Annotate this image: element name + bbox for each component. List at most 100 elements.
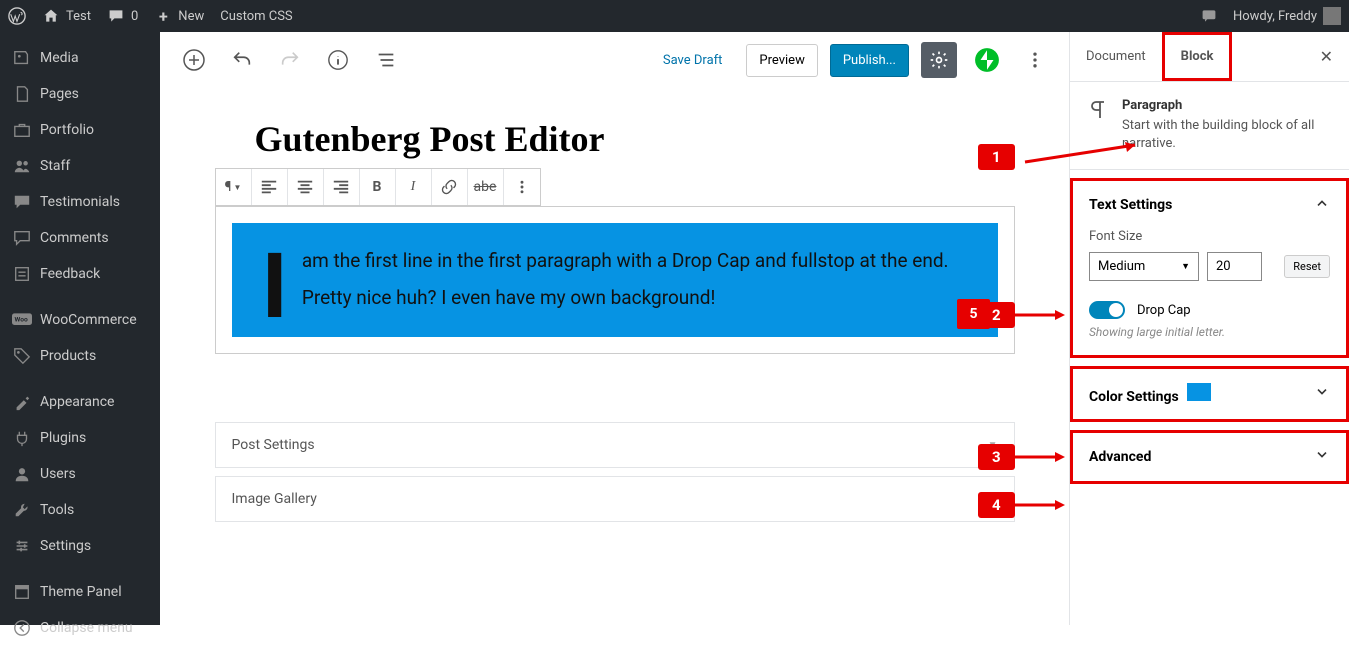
sidebar-item-testimonials[interactable]: Testimonials: [0, 184, 160, 220]
undo-button[interactable]: [224, 42, 260, 78]
drop-cap-letter: I: [262, 249, 288, 326]
sidebar-item-feedback[interactable]: Feedback: [0, 256, 160, 292]
sidebar-item-label: Collapse menu: [40, 620, 133, 636]
panel-text-settings-header[interactable]: Text Settings: [1073, 181, 1346, 229]
sidebar-item-comments[interactable]: Comments: [0, 220, 160, 256]
account-menu[interactable]: Howdy, Freddy: [1233, 7, 1341, 25]
list-icon: [375, 49, 397, 71]
sidebar-item-portfolio[interactable]: Portfolio: [0, 112, 160, 148]
sidebar-item-label: Tools: [40, 502, 74, 518]
site-name-label: Test: [66, 9, 91, 24]
add-block-button[interactable]: [176, 42, 212, 78]
sidebar-item-label: Settings: [40, 538, 91, 554]
custom-css[interactable]: Custom CSS: [220, 9, 292, 24]
drop-cap-toggle[interactable]: [1089, 301, 1125, 319]
tab-document[interactable]: Document: [1070, 35, 1162, 78]
plugins-icon: [12, 428, 32, 448]
publish-button[interactable]: Publish...: [830, 44, 909, 77]
info-icon: [327, 49, 349, 71]
accordion-label: Post Settings: [232, 437, 315, 453]
callout-4: 4: [978, 492, 1065, 518]
post-title[interactable]: Gutenberg Post Editor: [255, 118, 1015, 160]
portfolio-icon: [12, 120, 32, 140]
accordion-image-gallery[interactable]: Image Gallery▼: [215, 476, 1015, 522]
notification-icon-btn[interactable]: [1201, 8, 1217, 24]
preview-button[interactable]: Preview: [746, 44, 817, 77]
font-size-label: Font Size: [1089, 229, 1330, 244]
sidebar-item-appearance[interactable]: Appearance: [0, 384, 160, 420]
align-right-button[interactable]: [324, 169, 360, 205]
gear-icon: [929, 50, 949, 70]
svg-text:Woo: Woo: [15, 316, 28, 324]
accordion-post-settings[interactable]: Post Settings▼: [215, 422, 1015, 468]
sidebar-item-products[interactable]: Products: [0, 338, 160, 374]
sidebar-item-label: Testimonials: [40, 194, 120, 210]
sidebar-item-users[interactable]: Users: [0, 456, 160, 492]
align-right-icon: [332, 178, 350, 196]
sidebar-item-settings[interactable]: Settings: [0, 528, 160, 564]
italic-button[interactable]: I: [396, 169, 432, 205]
sidebar-item-tools[interactable]: Tools: [0, 492, 160, 528]
speech-icon: [1201, 8, 1217, 24]
bold-button[interactable]: B: [360, 169, 396, 205]
block-type-button[interactable]: ¶▼: [216, 169, 252, 205]
block-toolbar: ¶▼ B I abe: [215, 168, 541, 206]
save-draft-button[interactable]: Save Draft: [651, 45, 735, 76]
callout-number: 2: [978, 302, 1015, 328]
font-size-input[interactable]: [1207, 252, 1262, 281]
sidebar-item-label: Staff: [40, 158, 70, 174]
site-name[interactable]: Test: [42, 7, 91, 25]
outline-button[interactable]: [368, 42, 404, 78]
block-more-button[interactable]: [504, 169, 540, 205]
sidebar-item-label: Users: [40, 466, 76, 482]
sidebar-item-label: Media: [40, 50, 79, 66]
align-left-button[interactable]: [252, 169, 288, 205]
link-button[interactable]: [432, 169, 468, 205]
sidebar-item-label: Theme Panel: [40, 584, 122, 600]
theme-icon: [12, 582, 32, 602]
howdy-label: Howdy, Freddy: [1233, 9, 1317, 24]
new-content[interactable]: +New: [154, 7, 204, 25]
sidebar-item-plugins[interactable]: Plugins: [0, 420, 160, 456]
sidebar-item-theme-panel[interactable]: Theme Panel: [0, 574, 160, 610]
sidebar-item-label: Feedback: [40, 266, 100, 282]
wp-logo[interactable]: [8, 7, 26, 25]
sidebar-item-collapse[interactable]: Collapse menu: [0, 610, 160, 646]
align-center-button[interactable]: [288, 169, 324, 205]
tools-icon: [12, 500, 32, 520]
new-content-label: New: [178, 9, 204, 24]
sidebar-item-pages[interactable]: Pages: [0, 76, 160, 112]
panel-color-settings-header[interactable]: Color Settings: [1073, 369, 1346, 419]
comment-icon: [108, 8, 124, 24]
comments-count[interactable]: 0: [107, 7, 138, 25]
more-options-button[interactable]: [1017, 42, 1053, 78]
info-button[interactable]: [320, 42, 356, 78]
reset-button[interactable]: Reset: [1284, 255, 1330, 278]
jetpack-button[interactable]: [969, 42, 1005, 78]
sidebar-item-label: Comments: [40, 230, 109, 246]
plus-circle-icon: [182, 48, 206, 72]
sidebar-item-woocommerce[interactable]: WooWooCommerce: [0, 302, 160, 338]
sidebar-item-staff[interactable]: Staff: [0, 148, 160, 184]
paragraph-block[interactable]: I am the first line in the first paragra…: [215, 206, 1015, 354]
redo-button[interactable]: [272, 42, 308, 78]
users-icon: [12, 464, 32, 484]
close-inspector-button[interactable]: ✕: [1304, 47, 1349, 66]
kebab-icon: [514, 179, 530, 195]
callout-number: 4: [978, 492, 1015, 518]
settings-toggle-button[interactable]: [921, 42, 957, 78]
panel-title: Text Settings: [1089, 197, 1172, 213]
editor-canvas-area: Save Draft Preview Publish... Gutenberg …: [160, 32, 1069, 625]
tab-block[interactable]: Block: [1162, 32, 1233, 81]
products-icon: [12, 346, 32, 366]
custom-css-label: Custom CSS: [220, 9, 292, 24]
paragraph-content[interactable]: I am the first line in the first paragra…: [232, 223, 998, 337]
home-icon: [43, 8, 59, 24]
font-size-select[interactable]: Medium▼: [1089, 252, 1199, 281]
sidebar-item-media[interactable]: Media: [0, 40, 160, 76]
link-icon: [440, 178, 458, 196]
admin-bar: Test 0 +New Custom CSS Howdy, Freddy: [0, 0, 1349, 32]
avatar: [1323, 7, 1341, 25]
panel-advanced-header[interactable]: Advanced: [1073, 433, 1346, 481]
strikethrough-button[interactable]: abe: [468, 169, 504, 205]
